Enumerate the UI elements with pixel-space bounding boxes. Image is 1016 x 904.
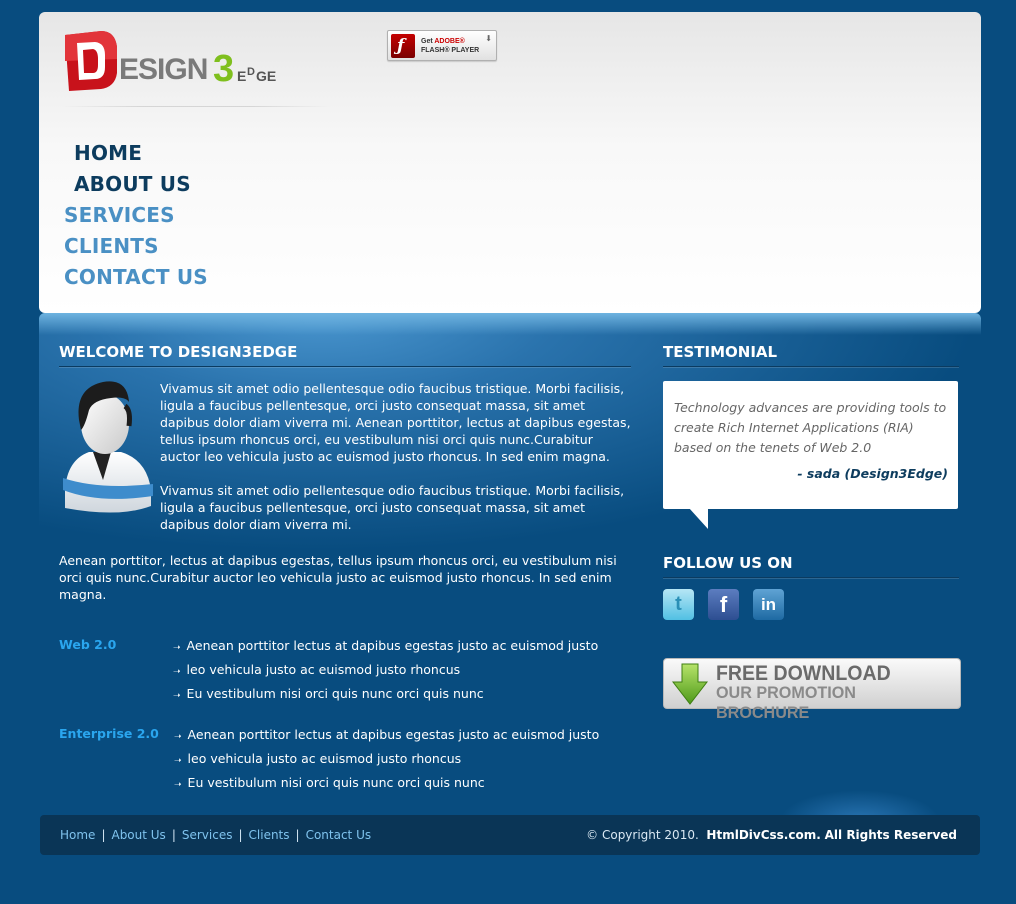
design3edge-logo[interactable]: ESIGN 3 E D GE <box>63 29 303 93</box>
list-item: ➝ Eu vestibulum nisi orci quis nunc orci … <box>173 686 484 701</box>
twitter-icon[interactable]: t <box>663 589 694 620</box>
nav-item-contact-us[interactable]: CONTACT US <box>64 262 208 293</box>
footer-nav: Home | About Us | Services | Clients | Contact U… <box>60 828 372 842</box>
web2-list-block: Web 2.0 ➝ Aenean porttitor lectus at dapi… <box>59 635 631 707</box>
list-item: ➝ Eu vestibulum nisi orci quis nunc orci … <box>174 775 485 790</box>
sidebar: TESTIMONIAL Technology advances are prov… <box>663 343 961 722</box>
flash-icon: ƒ <box>391 33 415 58</box>
flash-badge-text: Get ADOBE® FLASH® PLAYER <box>421 37 480 54</box>
footer-link-contact-us[interactable]: Contact Us <box>306 828 372 842</box>
enterprise-label[interactable]: Enterprise 2.0 <box>59 726 159 741</box>
header: ESIGN 3 E D GE ƒ Get ADOBE® FLASH® PLAYE… <box>39 12 981 313</box>
nav-item-home[interactable]: HOME <box>64 138 208 169</box>
svg-text:ESIGN: ESIGN <box>119 53 207 86</box>
svg-text:3: 3 <box>213 48 234 90</box>
arrow-bullet-icon: ➝ <box>173 643 181 653</box>
follow-us-title: FOLLOW US ON <box>663 554 959 578</box>
enterprise-list: ➝ Aenean porttitor lectus at dapibus eges… <box>174 724 631 796</box>
nav-item-clients[interactable]: CLIENTS <box>64 231 208 262</box>
testimonial-quote: Technology advances are providing tools … <box>674 400 947 455</box>
download-arrow-icon: ⬇ <box>485 34 492 43</box>
footer-link-clients[interactable]: Clients <box>249 828 290 842</box>
intro-paragraph-1: Vivamus sit amet odio pellentesque odio … <box>160 381 631 464</box>
arrow-bullet-icon: ➝ <box>173 691 181 701</box>
welcome-title: WELCOME TO DESIGN3EDGE <box>59 343 631 367</box>
enterprise-list-block: Enterprise 2.0 ➝ Aenean porttitor lectus … <box>59 724 631 796</box>
arrow-bullet-icon: ➝ <box>174 756 182 766</box>
main-content: WELCOME TO DESIGN3EDGE Vivamus sit amet … <box>59 343 631 796</box>
list-item: ➝ leo vehicula justo ac euismod justo rho… <box>174 751 462 766</box>
download-arrow-icon <box>671 663 709 705</box>
intro-paragraph-3: Aenean porttitor, lectus at dapibus eges… <box>59 553 617 602</box>
intro-paragraph-2: Vivamus sit amet odio pellentesque odio … <box>160 483 625 532</box>
copyright: © Copyright 2010. HtmlDivCss.com. All Ri… <box>586 828 957 842</box>
social-links: t f in <box>663 589 959 620</box>
user-avatar-icon <box>63 381 153 513</box>
list-item: ➝ leo vehicula justo ac euismod justo rho… <box>173 662 461 677</box>
facebook-icon[interactable]: f <box>708 589 739 620</box>
testimonial-box: Technology advances are providing tools … <box>663 381 958 529</box>
web2-list: ➝ Aenean porttitor lectus at dapibus eges… <box>173 635 631 707</box>
speech-bubble-tail <box>689 508 708 529</box>
testimonial-title: TESTIMONIAL <box>663 343 959 367</box>
footer-link-services[interactable]: Services <box>182 828 233 842</box>
arrow-bullet-icon: ➝ <box>173 667 181 677</box>
linkedin-icon[interactable]: in <box>753 589 784 620</box>
footer: Home | About Us | Services | Clients | Contact U… <box>40 815 980 855</box>
footer-link-about-us[interactable]: About Us <box>111 828 165 842</box>
nav-item-services[interactable]: SERVICES <box>64 200 208 231</box>
web2-label[interactable]: Web 2.0 <box>59 637 116 652</box>
list-item: ➝ Aenean porttitor lectus at dapibus eges… <box>173 638 599 653</box>
svg-text:D: D <box>247 66 255 78</box>
footer-link-home[interactable]: Home <box>60 828 95 842</box>
testimonial-author: - sada (Design3Edge) <box>797 466 948 481</box>
logo-divider <box>61 106 331 107</box>
svg-text:GE: GE <box>256 68 276 84</box>
free-download-brochure-button[interactable]: FREE DOWNLOAD OUR PROMOTION BROCHURE <box>663 658 961 722</box>
main-nav: HOME ABOUT US SERVICES CLIENTS CONTACT U… <box>64 138 208 293</box>
arrow-bullet-icon: ➝ <box>174 732 182 742</box>
content-top-highlight <box>39 313 981 335</box>
copyright-site-link[interactable]: HtmlDivCss.com. <box>706 828 820 842</box>
arrow-bullet-icon: ➝ <box>174 780 182 790</box>
svg-text:E: E <box>237 68 246 84</box>
nav-item-about-us[interactable]: ABOUT US <box>64 169 208 200</box>
list-item: ➝ Aenean porttitor lectus at dapibus eges… <box>174 727 600 742</box>
intro-block: Vivamus sit amet odio pellentesque odio … <box>59 380 631 540</box>
get-flash-player-badge[interactable]: ƒ Get ADOBE® FLASH® PLAYER ⬇ <box>387 30 497 61</box>
download-line-2: OUR PROMOTION BROCHURE <box>716 683 856 722</box>
